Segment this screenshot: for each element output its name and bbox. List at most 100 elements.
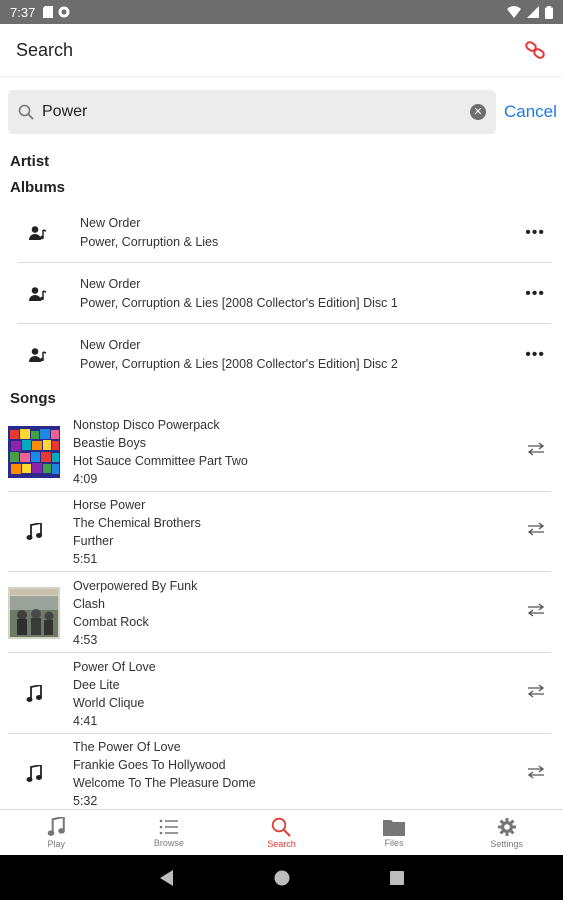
song-album: Hot Sauce Committee Part Two <box>73 453 248 468</box>
status-time: 7:37 <box>10 4 36 20</box>
recents-icon[interactable] <box>389 870 404 885</box>
album-title: Power, Corruption & Lies <box>80 234 219 249</box>
search-icon <box>272 817 292 837</box>
music-note-icon <box>26 684 42 702</box>
system-nav-bar <box>0 855 563 900</box>
song-album: Combat Rock <box>73 614 149 629</box>
song-title: Power Of Love <box>73 659 156 674</box>
album-artist: New Order <box>80 338 141 352</box>
song-duration: 4:41 <box>73 713 98 728</box>
song-album: Further <box>73 533 114 548</box>
tab-label: Play <box>47 838 66 849</box>
album-artwork <box>8 748 60 800</box>
tab-play[interactable]: Play <box>0 810 113 855</box>
song-duration: 4:09 <box>73 471 98 486</box>
transfer-button[interactable] <box>527 522 545 541</box>
bottom-tab-bar: Play Browse Search Files Settings <box>0 809 563 855</box>
tab-settings[interactable]: Settings <box>450 810 563 855</box>
more-options-button[interactable]: ••• <box>525 224 545 242</box>
song-album: World Clique <box>73 695 145 710</box>
song-title: The Power Of Love <box>73 740 181 754</box>
search-row: ✕ Cancel <box>8 90 558 134</box>
tab-label: Files <box>384 837 404 848</box>
album-artwork <box>8 586 60 639</box>
cancel-button[interactable]: Cancel <box>504 102 557 122</box>
album-artwork <box>8 506 60 558</box>
back-icon[interactable] <box>159 869 174 886</box>
status-bar: 7:37 <box>0 0 563 24</box>
album-artwork <box>8 425 60 478</box>
transfer-button[interactable] <box>527 442 545 461</box>
song-duration: 4:53 <box>73 632 98 647</box>
song-artist: The Chemical Brothers <box>73 515 201 530</box>
more-options-button[interactable]: ••• <box>525 285 545 303</box>
wifi-icon <box>507 6 521 18</box>
album-row[interactable]: New Order Power, Corruption & Lies ••• <box>18 203 551 263</box>
tab-label: Search <box>267 838 296 849</box>
transfer-button[interactable] <box>527 603 545 622</box>
search-icon <box>18 104 34 120</box>
more-options-button[interactable]: ••• <box>525 346 545 364</box>
swap-arrows-icon <box>527 764 545 779</box>
song-title: Nonstop Disco Powerpack <box>73 417 220 432</box>
search-box: ✕ <box>8 90 496 134</box>
album-row[interactable]: New Order Power, Corruption & Lies [2008… <box>18 325 551 385</box>
song-artist: Beastie Boys <box>73 435 146 450</box>
sd-card-icon <box>43 6 54 18</box>
song-artist: Frankie Goes To Hollywood <box>73 758 226 772</box>
tab-label: Settings <box>490 838 523 849</box>
link-button[interactable] <box>523 38 547 62</box>
music-note-icon <box>26 765 42 782</box>
album-title: Power, Corruption & Lies [2008 Collector… <box>80 295 398 310</box>
clear-search-button[interactable]: ✕ <box>470 104 486 120</box>
artist-music-icon <box>29 348 47 362</box>
music-note-icon <box>26 522 42 540</box>
sync-icon <box>58 6 70 18</box>
song-row[interactable]: The Power Of Love Frankie Goes To Hollyw… <box>8 734 551 814</box>
song-album: Welcome To The Pleasure Dome <box>73 776 256 790</box>
album-title: Power, Corruption & Lies [2008 Collector… <box>80 357 398 371</box>
song-duration: 5:51 <box>73 551 98 566</box>
gear-icon <box>497 817 516 836</box>
swap-arrows-icon <box>527 442 545 456</box>
tab-search[interactable]: Search <box>225 810 338 855</box>
search-input[interactable] <box>42 103 470 121</box>
album-artist: New Order <box>80 276 141 291</box>
artist-music-icon <box>29 286 47 301</box>
battery-icon <box>545 5 553 19</box>
song-duration: 5:32 <box>73 794 98 808</box>
transfer-button[interactable] <box>527 764 545 784</box>
album-row[interactable]: New Order Power, Corruption & Lies [2008… <box>18 264 551 324</box>
page-title: Search <box>16 39 74 60</box>
transfer-button[interactable] <box>527 684 545 703</box>
song-title: Horse Power <box>73 497 146 512</box>
song-row[interactable]: Nonstop Disco Powerpack Beastie Boys Hot… <box>8 412 551 492</box>
list-icon <box>159 819 178 834</box>
swap-arrows-icon <box>527 522 545 536</box>
song-artist: Clash <box>73 596 105 611</box>
swap-arrows-icon <box>527 603 545 617</box>
signal-icon <box>527 6 539 18</box>
song-row[interactable]: Overpowered By Funk Clash Combat Rock 4:… <box>8 573 551 653</box>
tab-label: Browse <box>153 837 184 848</box>
album-artist: New Order <box>80 215 141 230</box>
link-icon <box>525 41 545 59</box>
folder-icon <box>383 819 406 836</box>
tab-browse[interactable]: Browse <box>113 810 226 855</box>
album-artwork <box>8 668 60 720</box>
song-row[interactable]: Horse Power The Chemical Brothers Furthe… <box>8 492 551 572</box>
song-artist: Dee Lite <box>73 677 120 692</box>
app-bar: Search <box>0 24 563 76</box>
section-artist: Artist <box>10 153 50 170</box>
swap-arrows-icon <box>527 684 545 698</box>
music-note-icon <box>47 816 66 836</box>
section-albums: Albums <box>10 179 66 196</box>
section-songs: Songs <box>10 390 56 407</box>
tab-files[interactable]: Files <box>338 810 451 855</box>
artist-music-icon <box>29 225 47 240</box>
colorful-squares-cover <box>8 425 60 478</box>
home-icon[interactable] <box>274 870 290 886</box>
song-row[interactable]: Power Of Love Dee Lite World Clique 4:41 <box>8 654 551 734</box>
photo-cover <box>8 586 60 639</box>
song-title: Overpowered By Funk <box>73 578 198 593</box>
